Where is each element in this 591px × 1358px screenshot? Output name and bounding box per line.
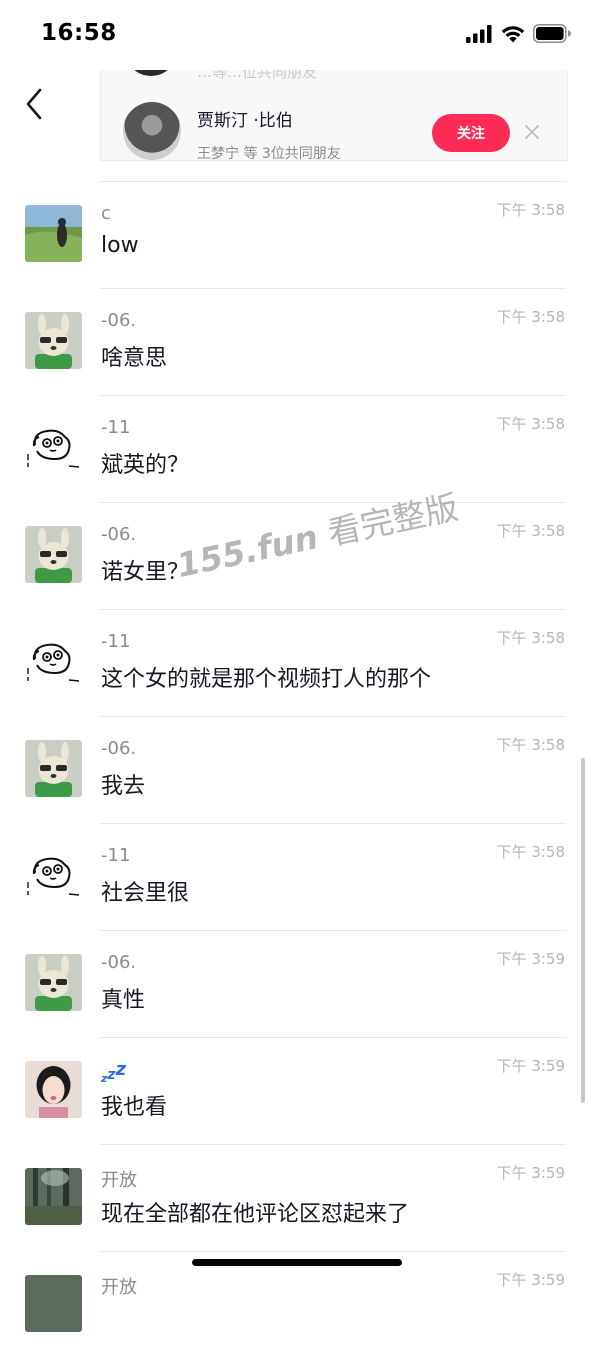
- sender-name: -11: [101, 845, 131, 866]
- back-icon[interactable]: [22, 86, 50, 122]
- message-time: 下午 3:59: [496, 1057, 565, 1075]
- mutual-friends-text: 王梦宁 等 3位共同朋友: [197, 146, 341, 161]
- avatar[interactable]: [25, 1275, 82, 1332]
- message-time: 下午 3:58: [496, 308, 565, 326]
- message-time: 下午 3:58: [496, 629, 565, 647]
- message-item[interactable]: 开放 下午 3:59: [0, 1251, 591, 1358]
- message-time: 下午 3:59: [496, 950, 565, 968]
- message-item[interactable]: 开放 现在全部都在他评论区怼起来了 下午 3:59: [0, 1144, 591, 1251]
- sender-name: -11: [101, 631, 131, 652]
- avatar[interactable]: [25, 1061, 82, 1118]
- sleep-zzz-icon: zzz: [101, 1059, 127, 1085]
- battery-icon: [533, 24, 571, 43]
- suggested-user-avatar[interactable]: [123, 102, 181, 160]
- message-time: 下午 3:58: [496, 415, 565, 433]
- sender-name: -06.: [101, 952, 137, 973]
- message-item[interactable]: -06. 啥意思 下午 3:58: [0, 288, 591, 395]
- message-item[interactable]: -11 社会里很 下午 3:58: [0, 823, 591, 930]
- message-time: 下午 3:58: [496, 201, 565, 219]
- close-icon[interactable]: [523, 123, 541, 141]
- wifi-icon: [501, 25, 525, 42]
- message-item[interactable]: zzz 我也看 下午 3:59: [0, 1037, 591, 1144]
- message-text: 斌英的？: [101, 453, 190, 478]
- message-text: 啥意思: [101, 346, 168, 371]
- previous-suggestion-text: …等…位共同朋友: [197, 70, 318, 81]
- status-icons: [466, 24, 571, 43]
- follow-button[interactable]: 关注: [432, 114, 510, 152]
- avatar[interactable]: [25, 205, 82, 262]
- avatar[interactable]: [25, 633, 82, 690]
- scrollbar[interactable]: [581, 758, 585, 1103]
- message-item[interactable]: -06. 真性 下午 3:59: [0, 930, 591, 1037]
- message-text: 现在全部都在他评论区怼起来了: [101, 1202, 410, 1227]
- avatar[interactable]: [25, 526, 82, 583]
- avatar[interactable]: [25, 1168, 82, 1225]
- message-item[interactable]: -11 这个女的就是那个视频打人的那个 下午 3:58: [0, 609, 591, 716]
- sender-name: zzz: [101, 1059, 126, 1085]
- suggested-user-name[interactable]: 贾斯汀 ·比伯: [197, 106, 293, 131]
- message-item[interactable]: -06. 我去 下午 3:58: [0, 716, 591, 823]
- message-text: 这个女的就是那个视频打人的那个: [101, 667, 432, 692]
- home-indicator[interactable]: [192, 1259, 402, 1266]
- avatar[interactable]: [25, 847, 82, 904]
- avatar[interactable]: [25, 954, 82, 1011]
- message-time: 下午 3:58: [496, 843, 565, 861]
- message-item[interactable]: -11 斌英的？ 下午 3:58: [0, 395, 591, 502]
- message-text: 真性: [101, 988, 146, 1013]
- message-time: 下午 3:58: [496, 736, 565, 754]
- message-time: 下午 3:59: [496, 1164, 565, 1182]
- sender-name: 开放: [101, 1277, 137, 1298]
- message-time: 下午 3:58: [496, 522, 565, 540]
- message-text: 社会里很: [101, 881, 190, 906]
- message-text: 我去: [101, 774, 146, 799]
- avatar: [131, 70, 171, 76]
- message-item[interactable]: c low 下午 3:58: [0, 181, 591, 288]
- sender-name: 开放: [101, 1170, 137, 1191]
- message-text: low: [101, 233, 139, 258]
- message-text: 我也看: [101, 1095, 168, 1120]
- sender-name: -06.: [101, 310, 137, 331]
- sender-name: -06.: [101, 524, 137, 545]
- sender-name: -06.: [101, 738, 137, 759]
- previous-suggestion: …等…位共同朋友: [101, 70, 567, 84]
- status-time: 16:58: [41, 20, 117, 46]
- sender-name: c: [101, 203, 111, 224]
- status-bar: 16:58: [0, 0, 591, 70]
- avatar[interactable]: [25, 419, 82, 476]
- avatar[interactable]: [25, 312, 82, 369]
- avatar[interactable]: [25, 740, 82, 797]
- cellular-signal-icon: [466, 24, 492, 43]
- sender-name: -11: [101, 417, 131, 438]
- suggested-friend-card: …等…位共同朋友 贾斯汀 ·比伯 王梦宁 等 3位共同朋友 关注: [100, 70, 568, 161]
